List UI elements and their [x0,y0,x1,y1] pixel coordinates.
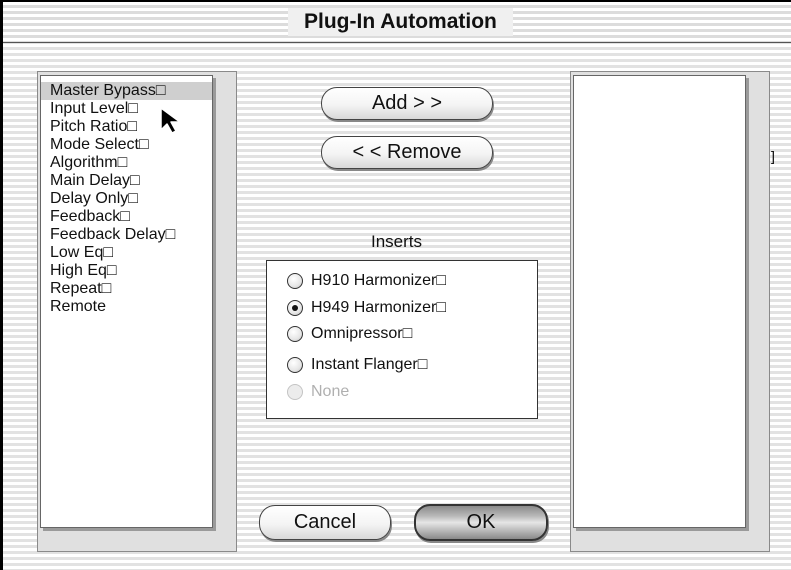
insert-option-none: None [287,381,349,403]
insert-option-h910[interactable]: H910 Harmonizer□ [287,270,446,292]
insert-option-h949[interactable]: H949 Harmonizer□ [287,297,446,319]
available-parameters-panel: Master Bypass□ Input Level□ Pitch Ratio□… [37,71,237,552]
list-item-delay-only[interactable]: Delay Only□ [41,190,212,208]
radio-button-icon[interactable] [287,326,303,342]
insert-option-label: H910 Harmonizer□ [311,272,447,289]
insert-option-label: Omnipressor□ [311,325,413,342]
radio-button-selected-icon[interactable] [287,300,303,316]
title-bar: Plug-In Automation [3,2,791,43]
mouse-pointer-icon [160,107,181,134]
list-item-feedback-delay[interactable]: Feedback Delay□ [41,226,212,244]
radio-button-disabled-icon [287,384,303,400]
available-parameters-list[interactable]: Master Bypass□ Input Level□ Pitch Ratio□… [40,75,213,528]
insert-option-omnipressor[interactable]: Omnipressor□ [287,323,412,345]
insert-option-label: Instant Flanger□ [311,356,428,373]
cancel-button[interactable]: Cancel [259,505,391,540]
insert-option-instant-flanger[interactable]: Instant Flanger□ [287,354,427,376]
list-item-low-eq[interactable]: Low Eq□ [41,244,212,262]
radio-button-icon[interactable] [287,273,303,289]
list-item-remote[interactable]: Remote [41,298,212,316]
insert-option-label: H949 Harmonizer□ [311,299,447,316]
list-item-feedback[interactable]: Feedback□ [41,208,212,226]
inserts-radio-group: H910 Harmonizer□ H949 Harmonizer□ Omnipr… [266,260,538,419]
radio-button-icon[interactable] [287,357,303,373]
list-item-high-eq[interactable]: High Eq□ [41,262,212,280]
stray-glyph: ] [771,148,775,164]
list-item-mode-select[interactable]: Mode Select□ [41,136,212,154]
remove-button[interactable]: < < Remove [321,136,493,169]
automated-parameters-list[interactable] [573,75,746,528]
ok-button[interactable]: OK [414,504,548,541]
list-item-algorithm[interactable]: Algorithm□ [41,154,212,172]
plugin-automation-dialog: Plug-In Automation Master Bypass□ Input … [0,0,791,570]
dialog-title: Plug-In Automation [288,8,513,36]
inserts-label: Inserts [371,232,423,251]
insert-option-label: None [311,383,350,400]
list-item-master-bypass[interactable]: Master Bypass□ [41,82,212,100]
list-item-main-delay[interactable]: Main Delay□ [41,172,212,190]
add-button[interactable]: Add > > [321,87,493,120]
list-item-repeat[interactable]: Repeat□ [41,280,212,298]
automated-parameters-panel [570,71,770,552]
